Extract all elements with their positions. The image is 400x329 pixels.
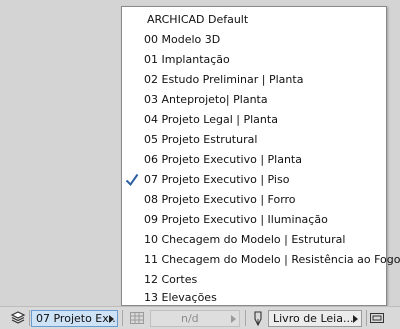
pen-set-combo[interactable]: Livro de Leia... bbox=[268, 310, 362, 327]
menu-item-08-projeto-executivo-forro[interactable]: 08 Projeto Executivo | Forro bbox=[122, 190, 386, 210]
grid-icon bbox=[130, 312, 144, 324]
menu-item-10-checagem-estrutural[interactable]: 10 Checagem do Modelo | Estrutural bbox=[122, 230, 386, 250]
chevron-right-icon bbox=[109, 315, 114, 323]
separator bbox=[245, 310, 246, 326]
menu-item-label: 04 Projeto Legal | Planta bbox=[144, 113, 278, 126]
chevron-right-icon bbox=[231, 315, 236, 323]
menu-item-label: 07 Projeto Executivo | Piso bbox=[144, 173, 290, 186]
menu-item-label: 12 Cortes bbox=[144, 273, 198, 286]
menu-item-label: 01 Implantação bbox=[144, 53, 230, 66]
menu-item-02-estudo-preliminar[interactable]: 02 Estudo Preliminar | Planta bbox=[122, 70, 386, 90]
menu-item-label: 11 Checagem do Modelo | Resistência ao F… bbox=[144, 253, 400, 266]
layers-icon[interactable] bbox=[10, 311, 26, 325]
pen-icon bbox=[254, 311, 262, 326]
menu-item-label: 00 Modelo 3D bbox=[144, 33, 221, 46]
menu-item-label: 03 Anteprojeto| Planta bbox=[144, 93, 268, 106]
menu-item-00-modelo-3d[interactable]: 00 Modelo 3D bbox=[122, 30, 386, 50]
checkmark-icon bbox=[125, 173, 139, 187]
menu-item-archicad-default[interactable]: ARCHICAD Default bbox=[122, 10, 386, 30]
menu-item-label: 05 Projeto Estrutural bbox=[144, 133, 258, 146]
menu-item-label: 09 Projeto Executivo | Iluminação bbox=[144, 213, 328, 226]
pen-set-value: Livro de Leia... bbox=[273, 312, 354, 325]
separator bbox=[29, 310, 30, 326]
menu-item-01-implantacao[interactable]: 01 Implantação bbox=[122, 50, 386, 70]
window-background bbox=[0, 0, 121, 306]
menu-item-label: 02 Estudo Preliminar | Planta bbox=[144, 73, 304, 86]
layer-combination-combo[interactable]: 07 Projeto Ex... bbox=[31, 310, 118, 327]
menu-item-label: 10 Checagem do Modelo | Estrutural bbox=[144, 233, 346, 246]
menu-item-label: 06 Projeto Executivo | Planta bbox=[144, 153, 302, 166]
nd-combo: n/d bbox=[150, 310, 240, 327]
menu-item-07-projeto-executivo-piso[interactable]: 07 Projeto Executivo | Piso bbox=[122, 170, 386, 190]
menu-item-04-projeto-legal[interactable]: 04 Projeto Legal | Planta bbox=[122, 110, 386, 130]
menu-item-label: ARCHICAD Default bbox=[147, 13, 249, 26]
menu-item-05-projeto-estrutural[interactable]: 05 Projeto Estrutural bbox=[122, 130, 386, 150]
frame-icon[interactable] bbox=[370, 313, 384, 323]
menu-item-09-projeto-executivo-iluminacao[interactable]: 09 Projeto Executivo | Iluminação bbox=[122, 210, 386, 230]
menu-item-13-elevacoes[interactable]: 13 Elevações bbox=[122, 290, 386, 306]
chevron-right-icon bbox=[353, 315, 358, 323]
menu-item-11-checagem-resistencia-fogo[interactable]: 11 Checagem do Modelo | Resistência ao F… bbox=[122, 250, 400, 270]
menu-item-03-anteprojeto[interactable]: 03 Anteprojeto| Planta bbox=[122, 90, 386, 110]
separator bbox=[366, 310, 367, 326]
menu-item-12-cortes[interactable]: 12 Cortes bbox=[122, 270, 386, 290]
layer-combination-value: 07 Projeto Ex... bbox=[36, 312, 118, 325]
menu-item-label: 08 Projeto Executivo | Forro bbox=[144, 193, 296, 206]
menu-item-06-projeto-executivo-planta[interactable]: 06 Projeto Executivo | Planta bbox=[122, 150, 386, 170]
menu-item-label: 13 Elevações bbox=[144, 291, 217, 304]
status-bar: 07 Projeto Ex... n/d Livro de Leia... bbox=[0, 306, 400, 329]
nd-value: n/d bbox=[181, 312, 199, 325]
layer-combination-menu: ARCHICAD Default 00 Modelo 3D 01 Implant… bbox=[121, 6, 400, 306]
separator bbox=[122, 310, 123, 326]
